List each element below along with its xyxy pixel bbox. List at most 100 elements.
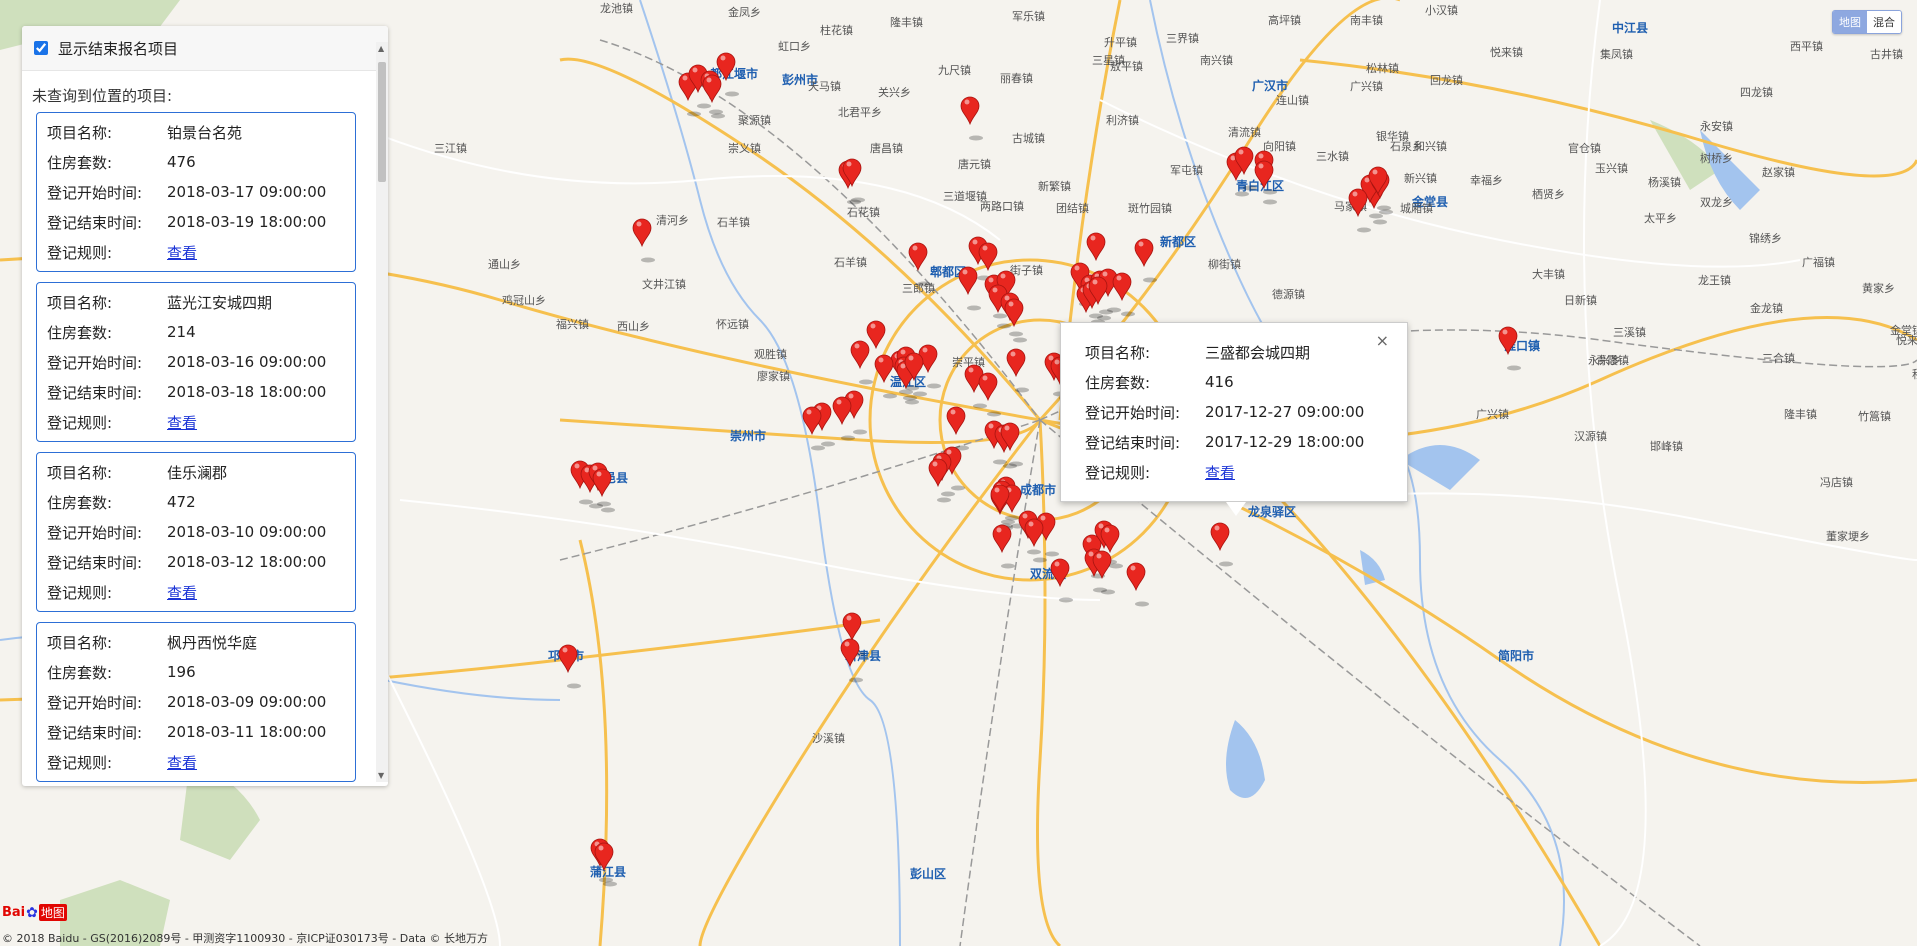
- scroll-down-arrow-icon[interactable]: ▼: [378, 771, 384, 780]
- place-label: 三溪镇: [1613, 325, 1646, 339]
- place-label: 龙王镇: [1698, 273, 1731, 287]
- place-label: 三界镇: [1166, 31, 1199, 45]
- popup-units-row: 住房套数: 416: [1085, 367, 1407, 397]
- place-label: 怀远镇: [716, 317, 749, 331]
- place-label: 隆丰镇: [1784, 407, 1817, 421]
- place-label: 利济镇: [1106, 113, 1139, 127]
- place-label: 幸福乡: [1470, 173, 1503, 187]
- project-card-list: 项目名称: 铂景台名苑 住房套数: 476 登记开始时间: 2018-03-17 09:0…: [22, 112, 388, 786]
- project-field-row: 登记规则: 查看: [37, 237, 355, 267]
- close-icon[interactable]: ×: [1376, 331, 1389, 350]
- project-field-key: 登记规则:: [47, 413, 113, 432]
- project-field-key: 登记结束时间:: [47, 383, 143, 402]
- place-label: 广汉市: [1252, 78, 1288, 93]
- project-field-key: 项目名称:: [47, 123, 113, 142]
- place-label: 邯峰镇: [1650, 439, 1683, 453]
- panel-scrollbar[interactable]: ▲ ▼: [376, 42, 388, 782]
- place-label: 广兴镇: [1476, 407, 1509, 421]
- scroll-thumb[interactable]: [378, 62, 386, 182]
- scroll-up-arrow-icon[interactable]: ▲: [378, 44, 384, 53]
- place-label: 黄家乡: [1862, 281, 1895, 295]
- project-field-value: 蓝光江安城四期: [167, 293, 273, 312]
- popup-end-value: 2017-12-29 18:00:00: [1205, 433, 1365, 451]
- project-info-popup: × 项目名称: 三盛都会城四期 住房套数: 416 登记开始时间: 2017-12-2…: [1060, 322, 1408, 502]
- project-field-row: 登记结束时间: 2018-03-12 18:00:00: [37, 547, 355, 577]
- place-label: 金龙镇: [1750, 301, 1783, 315]
- project-field-row: 项目名称: 蓝光江安城四期: [37, 287, 355, 317]
- place-label: 唐元镇: [958, 157, 991, 171]
- project-field-key: 项目名称:: [47, 463, 113, 482]
- place-label: 军乐镇: [1012, 9, 1045, 23]
- project-field-value: 472: [167, 493, 196, 511]
- map-type-switch[interactable]: 地图 混合: [1832, 10, 1902, 34]
- place-label: 古井镇: [1870, 47, 1903, 61]
- place-label: 简阳市: [1498, 648, 1534, 663]
- project-field-value: 2018-03-11 18:00:00: [167, 723, 327, 741]
- show-ended-checkbox[interactable]: [34, 41, 48, 55]
- rule-view-link[interactable]: 查看: [167, 752, 197, 773]
- place-label: 西山乡: [617, 320, 650, 333]
- place-label: 回龙镇: [1430, 73, 1463, 87]
- place-label: 崇义镇: [728, 141, 761, 155]
- project-list-panel[interactable]: 显示结束报名项目 未查询到位置的项目: 项目名称: 铂景台名苑 住房套数: 476 登记…: [22, 26, 388, 786]
- rule-view-link[interactable]: 查看: [167, 412, 197, 433]
- project-field-key: 登记结束时间:: [47, 553, 143, 572]
- place-label: 汉源镇: [1574, 429, 1607, 443]
- place-label: 向阳镇: [1263, 139, 1296, 153]
- logo-text-bai: Bai: [2, 905, 26, 920]
- place-label: 中江县: [1612, 20, 1648, 35]
- project-card: 项目名称: 枫丹西悦华庭 住房套数: 196 登记开始时间: 2018-03-09 09:…: [36, 622, 356, 782]
- project-field-row: 住房套数: 476: [37, 147, 355, 177]
- project-field-key: 登记结束时间:: [47, 723, 143, 742]
- rule-view-link[interactable]: 查看: [167, 242, 197, 263]
- map-type-normal-button[interactable]: 地图: [1833, 11, 1867, 33]
- place-label: 蒲江县: [590, 864, 626, 879]
- rule-view-link[interactable]: 查看: [167, 582, 197, 603]
- project-field-value: 2018-03-16 09:00:00: [167, 353, 327, 371]
- place-label: 柳街镇: [1208, 257, 1241, 271]
- project-field-key: 登记规则:: [47, 243, 113, 262]
- project-card: 项目名称: 蓝光江安城四期 住房套数: 214 登记开始时间: 2018-03-16 09…: [36, 282, 356, 442]
- place-label: 三合镇: [1762, 351, 1795, 365]
- place-label: 永安镇: [1700, 119, 1733, 133]
- place-label: 双龙乡: [1700, 196, 1733, 209]
- place-label: 广福镇: [1802, 255, 1835, 269]
- place-label: 栖贤乡: [1532, 187, 1565, 201]
- place-label: 新繁镇: [1038, 179, 1071, 193]
- place-label: 竹篙镇: [1858, 409, 1891, 423]
- place-label: 虹口乡: [778, 40, 811, 53]
- map-type-hybrid-button[interactable]: 混合: [1867, 11, 1901, 33]
- project-field-row: 登记规则: 查看: [37, 747, 355, 777]
- place-label: 观胜镇: [754, 347, 787, 361]
- place-label: 隆丰镇: [890, 15, 923, 29]
- project-field-row: 登记开始时间: 2018-03-10 09:00:00: [37, 517, 355, 547]
- place-label: 西平镇: [1790, 39, 1823, 53]
- place-label: 龙池镇: [600, 1, 633, 15]
- map-copyright: © 2018 Baidu - GS(2016)2089号 - 甲测资字11009…: [2, 932, 489, 945]
- place-label: 三水镇: [1316, 149, 1349, 163]
- place-label: 三江镇: [434, 141, 467, 155]
- place-label: 沙溪镇: [812, 731, 845, 745]
- place-label: 两路口镇: [980, 199, 1024, 213]
- project-field-row: 登记结束时间: 2018-03-11 18:00:00: [37, 717, 355, 747]
- project-field-key: 住房套数:: [47, 153, 113, 172]
- place-label: 柱花镇: [820, 23, 853, 37]
- place-label: 董家埂乡: [1826, 529, 1870, 543]
- place-label: 古城镇: [1012, 131, 1045, 145]
- place-label: 金凤乡: [728, 5, 761, 19]
- place-label: 三星镇: [1092, 53, 1125, 67]
- place-label: 石花镇: [847, 205, 880, 219]
- place-label: 成都市: [1020, 482, 1056, 497]
- place-label: 升平镇: [1104, 35, 1137, 49]
- popup-rule-row: 登记规则: 查看: [1085, 457, 1407, 487]
- project-field-value: 2018-03-17 09:00:00: [167, 183, 327, 201]
- popup-rule-link[interactable]: 查看: [1205, 462, 1235, 483]
- project-field-row: 登记规则: 查看: [37, 577, 355, 607]
- place-label: 城厢镇: [1400, 201, 1433, 215]
- baidu-logo[interactable]: Bai ✿ 地图: [2, 904, 67, 921]
- place-label: 广兴镇: [1350, 79, 1383, 93]
- place-label: 关兴乡: [878, 85, 911, 99]
- popup-end-row: 登记结束时间: 2017-12-29 18:00:00: [1085, 427, 1407, 457]
- show-ended-label[interactable]: 显示结束报名项目: [58, 38, 178, 59]
- project-field-row: 住房套数: 196: [37, 657, 355, 687]
